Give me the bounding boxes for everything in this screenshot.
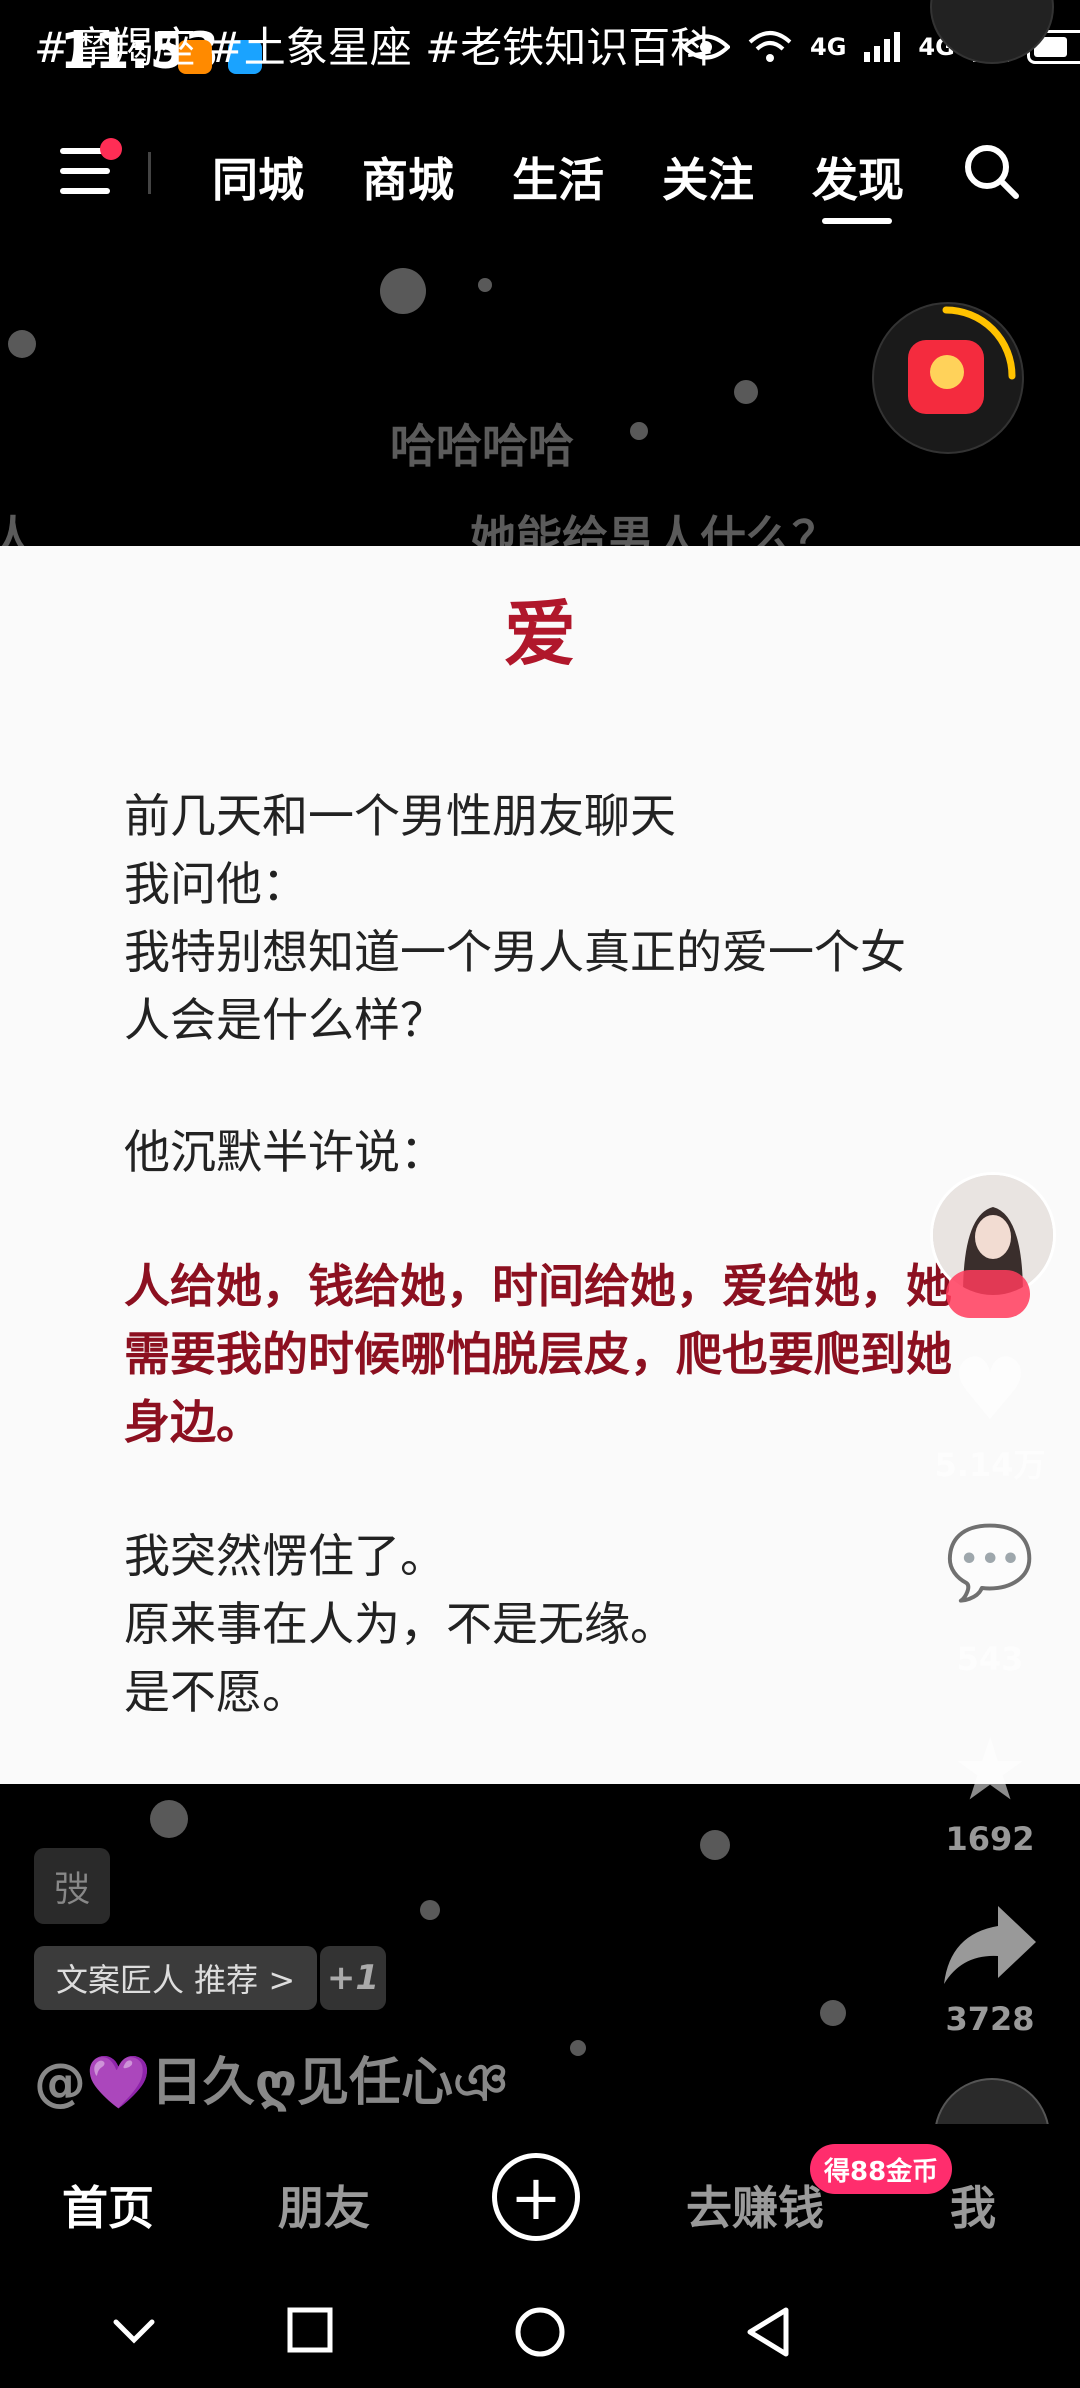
snowflake <box>8 330 36 358</box>
post-quote-line: 身边。 <box>124 1395 262 1449</box>
post-line: 我问他： <box>124 857 308 911</box>
post-line: 是不愿。 <box>124 1665 308 1719</box>
post-quote-line: 人给她，钱给她，时间给她，爱给她，她 <box>124 1259 952 1313</box>
comment-button[interactable]: 💬 <box>930 1520 1050 1605</box>
nav-earn[interactable]: 去赚钱 <box>686 2172 824 2238</box>
tab-discover[interactable]: 发现 <box>812 144 904 210</box>
snowflake <box>700 1830 730 1860</box>
coin-icon <box>930 355 964 389</box>
back-triangle-icon[interactable] <box>744 2306 792 2358</box>
snowflake <box>420 1900 440 1920</box>
post-title: 爱 <box>503 592 576 676</box>
coin-badge: 得88金币 <box>810 2144 953 2194</box>
post-line: 原来事在人为，不是无缘。 <box>124 1597 676 1651</box>
home-circle-icon[interactable] <box>514 2306 566 2358</box>
search-icon[interactable] <box>962 142 1020 200</box>
post-quote-line: 需要我的时候哪怕脱层皮，爬也要爬到她 <box>124 1327 952 1381</box>
author-name[interactable]: @💜日久ღ见任心ঞ <box>34 2040 508 2129</box>
nav-friends[interactable]: 朋友 <box>278 2172 370 2238</box>
post-line: 前几天和一个男性朋友聊天 <box>124 789 676 843</box>
snowflake <box>570 2040 586 2056</box>
nav-home[interactable]: 首页 <box>62 2172 154 2238</box>
comment-count: 543 <box>956 1640 1024 1678</box>
nav-me[interactable]: 我 <box>950 2172 996 2238</box>
snowflake <box>630 422 648 440</box>
tab-life[interactable]: 生活 <box>512 144 604 210</box>
notification-dot <box>100 138 122 160</box>
recent-apps-icon[interactable] <box>286 2306 334 2354</box>
eye-icon <box>682 34 730 60</box>
tab-following[interactable]: 关注 <box>662 144 754 210</box>
snowflake <box>820 2000 846 2026</box>
snowflake <box>734 380 758 404</box>
tab-same-city[interactable]: 同城 <box>212 144 304 210</box>
recommend-chip[interactable]: 文案匠人 推荐 > <box>34 1946 318 2010</box>
like-button[interactable]: ♥ <box>930 1340 1050 1440</box>
snowflake <box>380 268 426 314</box>
post-line: 人会是什么样？ <box>124 993 446 1047</box>
network-type-label: 4G <box>810 33 847 61</box>
post-line: 我突然愣住了。 <box>124 1529 446 1583</box>
follow-button[interactable] <box>946 1270 1030 1318</box>
snowflake <box>478 278 492 292</box>
favorite-count: 1692 <box>945 1820 1035 1858</box>
chevron-down-icon[interactable] <box>112 2316 156 2346</box>
wifi-icon <box>748 31 792 62</box>
active-tab-indicator <box>822 218 892 224</box>
create-button[interactable]: + <box>492 2153 580 2241</box>
plus-one-chip[interactable]: +1 <box>320 1946 386 2010</box>
tab-divider <box>148 152 151 194</box>
favorite-button[interactable]: ★ <box>930 1720 1050 1820</box>
like-count: 5.14万 <box>934 1446 1046 1484</box>
background-caption: 哈哈哈哈 <box>390 419 574 473</box>
share-count: 3728 <box>945 2000 1035 2038</box>
post-line: 他沉默半许说： <box>124 1125 446 1179</box>
share-icon[interactable] <box>940 1900 1040 1990</box>
tag-chip[interactable]: 弢 <box>34 1848 110 1924</box>
snowflake <box>150 1800 188 1838</box>
tab-mall[interactable]: 商城 <box>362 144 454 210</box>
post-line: 我特别想知道一个男人真正的爱一个女 <box>124 925 906 979</box>
video-hashtags[interactable]: #摩羯座 #土象星座 #老铁知识百科 <box>34 14 712 75</box>
signal-icon <box>864 32 901 62</box>
